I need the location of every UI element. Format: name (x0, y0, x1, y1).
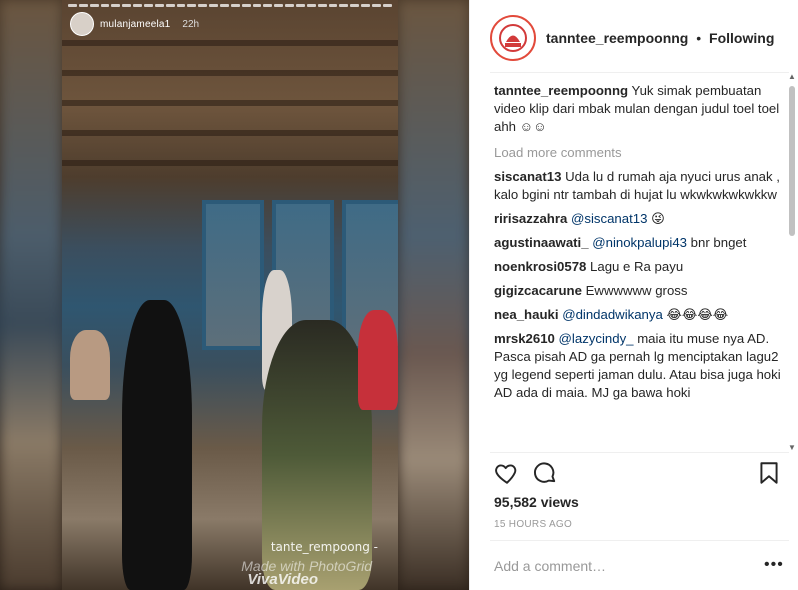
caption-username-link[interactable]: tanntee_reempoonng (494, 83, 628, 98)
musician-red (358, 310, 398, 410)
comment-text: bnr bnget (690, 235, 747, 250)
comment-username-link[interactable]: mrsk2610 (494, 331, 555, 346)
roof-beam (62, 100, 398, 106)
caption: tanntee_reempoonng Yuk simak pembuatan v… (494, 82, 784, 136)
post-sidebar: tanntee_reempoonng • Following tanntee_r… (469, 0, 798, 590)
comment-item: siscanat13 Uda lu d rumah aja nyuci urus… (494, 168, 784, 204)
comment-text: Ewwwwww gross (585, 283, 688, 298)
watermark-vivavideo: VivaVideo (247, 571, 318, 588)
comments-list[interactable]: tanntee_reempoonng Yuk simak pembuatan v… (494, 82, 784, 442)
view-count[interactable]: 95,582 views (494, 494, 579, 510)
bookmark-icon[interactable] (756, 460, 782, 486)
heart-icon[interactable] (494, 460, 520, 486)
comment-item: agustinaawati_ @ninokpalupi43 bnr bnget (494, 234, 784, 252)
comment-text: Lagu e Ra payu (590, 259, 684, 274)
comment-username-link[interactable]: siscanat13 (494, 169, 561, 184)
comment-item: gigizcacarune Ewwwwww gross (494, 282, 784, 300)
comment-item: noenkrosi0578 Lagu e Ra payu (494, 258, 784, 276)
comment-username-link[interactable]: gigizcacarune (494, 283, 582, 298)
comment-box-divider (490, 540, 789, 541)
story-progress-bar (68, 4, 392, 7)
story-avatar (70, 12, 94, 36)
media-blur-right (398, 0, 469, 590)
comment-text: 😜 (651, 211, 665, 226)
comment-item: nea_hauki @dindadwikanya 😂😂😂😂 (494, 306, 784, 324)
comments-scrollbar[interactable]: ▲ ▼ (787, 72, 797, 452)
post-timestamp: 15 HOURS AGO (494, 519, 573, 530)
action-bar (494, 460, 784, 488)
actions-divider (490, 452, 789, 453)
comment-mention-link[interactable]: @ninokpalupi43 (592, 235, 687, 250)
scroll-up-arrow-icon[interactable]: ▲ (788, 72, 796, 81)
comment-item: ririsazzahra @siscanat13 😜 (494, 210, 784, 228)
video-frame[interactable]: mulanjameela1 22h tante_rempoong - Made … (62, 0, 398, 590)
more-options-icon[interactable]: ••• (764, 556, 784, 574)
dancer-left (122, 300, 192, 590)
header-username-link[interactable]: tanntee_reempoonng (546, 30, 688, 46)
roof-beam (62, 40, 398, 46)
header-separator: • (696, 30, 702, 46)
scroll-down-arrow-icon[interactable]: ▼ (788, 443, 796, 452)
comment-item: mrsk2610 @lazycindy_ maia itu muse nya A… (494, 330, 784, 402)
comment-mention-link[interactable]: @dindadwikanya (562, 307, 663, 322)
comment-mention-link[interactable]: @siscanat13 (571, 211, 647, 226)
comment-text: 😂😂😂😂 (666, 307, 729, 322)
watermark-handle: tante_rempoong - (270, 540, 378, 554)
roof-beam (62, 130, 398, 136)
comment-username-link[interactable]: agustinaawati_ (494, 235, 589, 250)
post-header: tanntee_reempoonng • Following (490, 10, 780, 66)
comment-username-link[interactable]: nea_hauki (494, 307, 559, 322)
avatar[interactable] (490, 15, 536, 61)
story-username: mulanjameela1 (100, 18, 171, 30)
add-comment-input[interactable]: Add a comment… (494, 558, 606, 574)
comment-username-link[interactable]: noenkrosi0578 (494, 259, 586, 274)
load-more-comments-button[interactable]: Load more comments (494, 144, 784, 162)
avatar-logo-icon (494, 19, 532, 57)
following-button[interactable]: Following (709, 30, 774, 46)
comment-icon[interactable] (532, 460, 558, 486)
comment-mention-link[interactable]: @lazycindy_ (559, 331, 634, 346)
story-time: 22h (182, 18, 200, 30)
story-header: mulanjameela1 22h (70, 12, 199, 36)
scroll-thumb[interactable] (789, 86, 795, 236)
post-media[interactable]: mulanjameela1 22h tante_rempoong - Made … (0, 0, 469, 590)
media-blur-left (0, 0, 62, 590)
roof-beam (62, 70, 398, 76)
comment-username-link[interactable]: ririsazzahra (494, 211, 567, 226)
blue-door (202, 200, 264, 350)
roof-beam (62, 160, 398, 166)
phone-hand (70, 330, 110, 400)
header-divider (490, 72, 789, 73)
